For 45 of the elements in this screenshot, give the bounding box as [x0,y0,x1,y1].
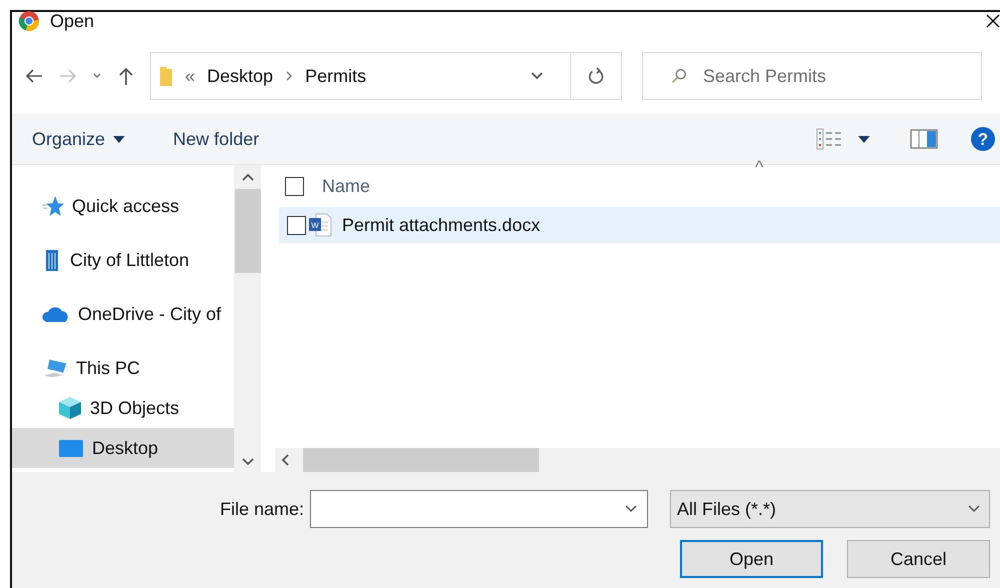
horizontal-scrollbar[interactable] [275,448,1000,472]
preview-pane-icon[interactable] [910,129,938,149]
address-bar[interactable]: « Desktop Permits [150,52,622,100]
close-icon[interactable] [986,14,1000,28]
organize-menu-button[interactable]: Organize [32,128,106,150]
file-type-dropdown[interactable]: All Files (*.*) [670,490,990,528]
nav-item[interactable]: OneDrive - City of [12,294,234,334]
chevron-right-icon [285,71,294,81]
file-row[interactable]: W Permit attachments.docx [279,207,1000,243]
sort-indicator: ^ [755,157,764,178]
breadcrumb[interactable]: Permits [305,66,366,86]
scroll-left-icon[interactable] [281,454,289,466]
nav-item[interactable]: Desktop [12,428,234,468]
nav-item[interactable]: This PC [12,348,234,388]
scroll-down-icon[interactable] [242,458,254,466]
file-name-field[interactable] [310,490,648,528]
cloud-icon [42,305,70,323]
name-column-header[interactable]: Name [322,176,370,196]
chevron-down-icon [967,504,982,514]
nav-item[interactable]: City of Littleton [12,240,234,280]
chevron-down-icon[interactable] [624,504,638,514]
nav-item[interactable]: Quick access [12,186,234,226]
cancel-button[interactable]: Cancel [847,540,990,578]
open-button[interactable]: Open [680,540,823,578]
new-folder-button[interactable]: New folder [173,128,260,150]
file-name-label: File name: [220,498,304,520]
refresh-icon [587,67,605,85]
dropdown-triangle-icon [113,136,126,142]
breadcrumb[interactable]: Desktop [207,66,274,86]
star-icon [42,195,64,217]
chevron-down-icon[interactable] [530,71,544,81]
search-field[interactable]: Search Permits [642,52,982,100]
desktop-icon [58,438,84,458]
window-title: Open [50,10,94,32]
folder-icon [159,65,173,87]
vertical-scrollbar[interactable] [234,165,261,472]
cube-icon [58,396,82,420]
scroll-up-icon[interactable] [242,173,254,181]
dropdown-triangle-icon[interactable] [858,136,870,142]
overflow-chevron[interactable]: « [185,66,196,86]
select-all-checkbox[interactable] [285,176,304,196]
help-icon[interactable]: ? [970,126,996,152]
file-checkbox[interactable] [287,216,306,234]
computer-icon [42,357,68,379]
nav-item[interactable]: 3D Objects [12,388,234,428]
